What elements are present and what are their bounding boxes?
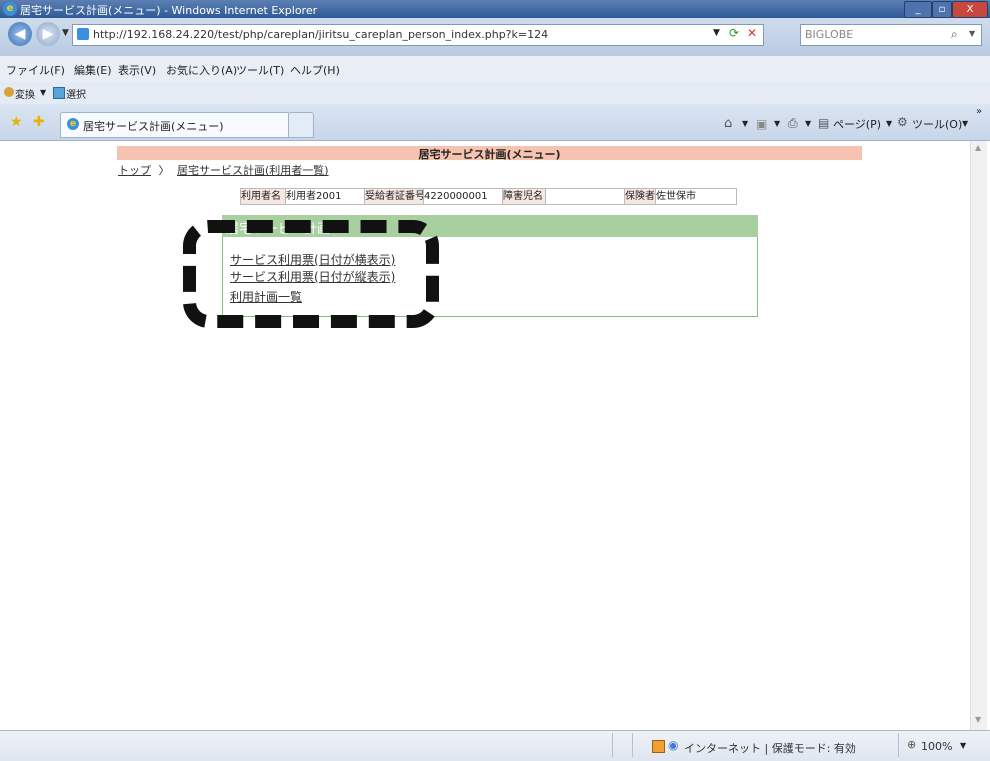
scroll-up-icon[interactable]: ▲	[975, 143, 981, 152]
page-dropdown-icon[interactable]: ▼	[886, 119, 892, 128]
security-zone: インターネット | 保護モード: 有効	[684, 742, 856, 755]
tab-page-icon: e	[67, 118, 79, 130]
menu-view[interactable]: 表示(V)	[118, 62, 156, 78]
stop-icon[interactable]: ✕	[747, 26, 757, 40]
menu-favorites[interactable]: お気に入り(A)	[166, 62, 237, 78]
address-dropdown-icon[interactable]: ▼	[713, 28, 720, 38]
menu-edit[interactable]: 編集(E)	[74, 62, 112, 78]
zoom-icon: ⊕	[907, 738, 917, 751]
tools-dropdown-icon[interactable]: ▼	[962, 119, 968, 128]
minimize-button[interactable]: _	[904, 1, 932, 18]
menu-file[interactable]: ファイル(F)	[6, 62, 65, 78]
insurer-label: 保険者	[624, 188, 656, 205]
page-icon: ▤	[818, 116, 830, 130]
breadcrumb-top-link[interactable]: トップ	[118, 164, 151, 177]
print-icon[interactable]: ⎙	[788, 116, 798, 131]
window-title: 居宅サービス計画(メニュー) - Windows Internet Explor…	[20, 4, 318, 17]
menu-help[interactable]: ヘルプ(H)	[290, 62, 340, 78]
address-input[interactable]: http://192.168.24.220/test/php/careplan/…	[72, 24, 764, 46]
user-name-label: 利用者名	[240, 188, 286, 205]
status-bar: ◉ インターネット | 保護モード: 有効 ⊕ 100% ▼	[0, 730, 990, 761]
restore-button[interactable]: ▫	[932, 1, 952, 18]
select-icon	[53, 87, 65, 99]
zoom-dropdown-icon[interactable]: ▼	[960, 741, 966, 750]
home-dropdown-icon[interactable]: ▼	[742, 119, 748, 128]
breadcrumb-userlist-link[interactable]: 居宅サービス計画(利用者一覧)	[177, 164, 329, 177]
convert-dropdown-icon[interactable]: ▼	[40, 88, 46, 97]
menu-bar: ファイル(F) 編集(E) 表示(V) お気に入り(A) ツール(T) ヘルプ(…	[0, 56, 990, 83]
insurer-value: 佐世保市	[655, 188, 737, 205]
convert-button[interactable]: 変換	[15, 86, 35, 101]
more-chevron-icon[interactable]: »	[976, 106, 982, 117]
close-button[interactable]: X	[952, 1, 988, 18]
search-icon[interactable]: ⌕	[951, 27, 958, 42]
user-name-value: 利用者2001	[285, 188, 365, 205]
child-name-value	[545, 188, 625, 205]
add-favorites-icon[interactable]: ✚	[33, 114, 45, 130]
search-dropdown-icon[interactable]: ▼	[969, 29, 975, 38]
search-input[interactable]: BIGLOBE ⌕ ▼	[800, 24, 982, 46]
tab-current[interactable]: e 居宅サービス計画(メニュー)	[60, 112, 290, 138]
feeds-icon[interactable]: ▣	[756, 117, 767, 131]
child-name-label: 障害児名	[502, 188, 546, 205]
page-icon	[77, 28, 89, 40]
feeds-dropdown-icon[interactable]: ▼	[774, 119, 780, 128]
protected-mode-icon	[652, 740, 665, 753]
select-button[interactable]: 選択	[66, 86, 86, 101]
tools-gear-icon: ⚙	[897, 115, 908, 129]
breadcrumb: トップ 〉 居宅サービス計画(利用者一覧)	[118, 162, 329, 178]
title-bar: e 居宅サービス計画(メニュー) - Windows Internet Expl…	[0, 0, 990, 18]
tools-menu[interactable]: ツール(O)	[912, 116, 962, 132]
back-icon[interactable]: ◀	[8, 22, 32, 46]
scroll-down-icon[interactable]: ▼	[975, 715, 981, 724]
refresh-icon[interactable]: ⟳	[729, 26, 739, 40]
convert-icon	[4, 87, 14, 97]
search-provider: BIGLOBE	[805, 28, 854, 41]
forward-icon[interactable]: ▶	[36, 22, 60, 46]
tab-label: 居宅サービス計画(メニュー)	[83, 120, 224, 133]
new-tab-button[interactable]	[288, 112, 314, 138]
print-dropdown-icon[interactable]: ▼	[805, 119, 811, 128]
home-icon[interactable]: ⌂	[724, 116, 732, 131]
ie-logo-icon: e	[3, 2, 17, 16]
globe-icon: ◉	[668, 738, 679, 752]
page-title: 居宅サービス計画(メニュー)	[418, 148, 561, 161]
page-menu[interactable]: ページ(P)	[833, 116, 881, 132]
command-row: 変換 ▼ 選択	[0, 82, 990, 104]
breadcrumb-separator: 〉	[158, 164, 170, 177]
cert-number-label: 受給者証番号	[364, 188, 425, 205]
page-heading-bar: 居宅サービス計画(メニュー)	[117, 146, 862, 161]
annotation-highlight	[183, 220, 439, 328]
history-dropdown-icon[interactable]: ▼	[62, 28, 69, 38]
favorites-star-icon[interactable]: ★	[10, 114, 23, 130]
address-url: http://192.168.24.220/test/php/careplan/…	[93, 28, 549, 41]
cert-number-value: 4220000001	[423, 188, 503, 205]
zoom-level[interactable]: 100%	[921, 740, 952, 753]
vertical-scrollbar[interactable]: ▲ ▼	[970, 141, 987, 730]
menu-tools[interactable]: ツール(T)	[236, 62, 284, 78]
